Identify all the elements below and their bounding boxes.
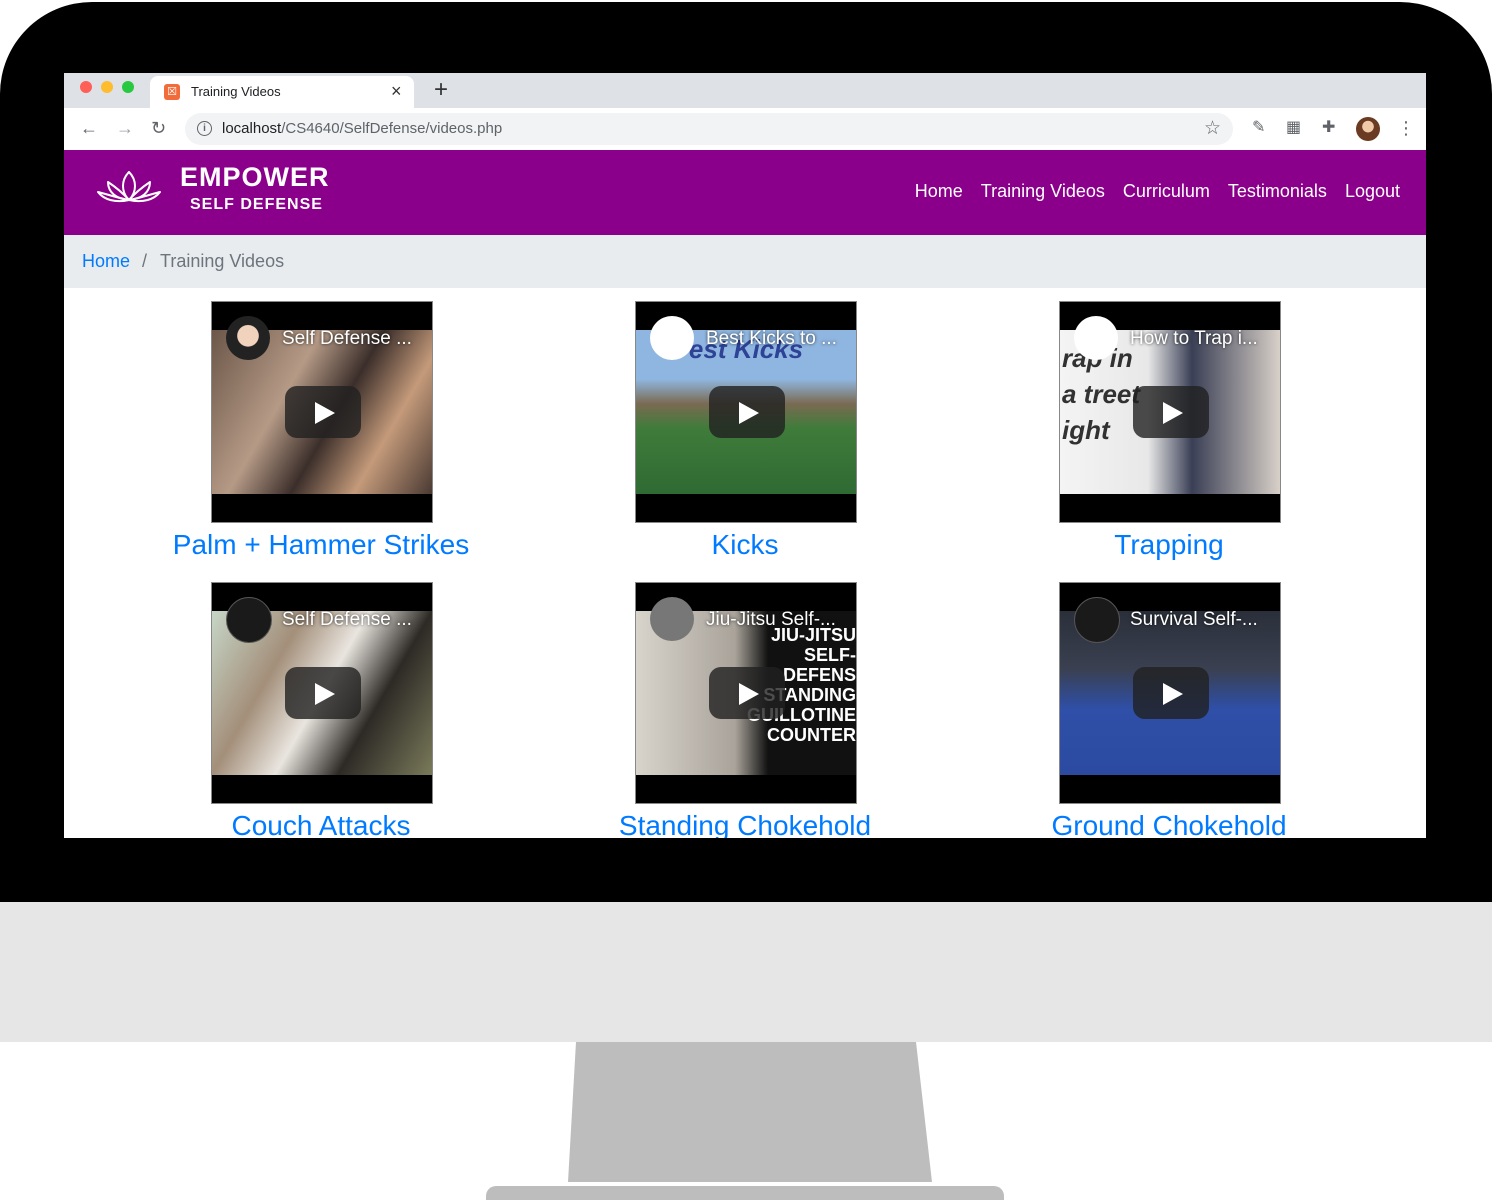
monitor-stand [568,1042,932,1182]
video-title[interactable]: Best Kicks to ... [706,328,837,350]
video-title[interactable]: Self Defense ... [282,328,412,350]
play-icon [1163,683,1183,705]
new-tab-button[interactable]: + [434,76,448,104]
video-card: JIU-JITSU SELF-DEFENS STANDING GUILLOTIN… [586,582,906,838]
breadcrumb-home-link[interactable]: Home [82,251,130,272]
info-icon[interactable]: i [197,121,212,136]
video-card: Self Defense ... Palm + Hammer Strikes [162,301,482,566]
play-icon [739,683,759,705]
breadcrumb-current: Training Videos [160,251,285,271]
pen-icon[interactable]: ✎ [1252,118,1265,138]
url-host: localhost [222,120,282,137]
video-embed[interactable]: Self Defense ... [211,301,433,523]
play-icon [1163,402,1183,424]
video-embed[interactable]: Survival Self-... [1059,582,1281,804]
forward-arrow-icon[interactable]: → [116,117,134,139]
video-embed[interactable]: est Kicks Best Kicks to ... [635,301,857,523]
play-button[interactable] [709,386,785,438]
browser-toolbar: ← → ↻ i localhost/CS4640/SelfDefense/vid… [64,108,1426,151]
play-button[interactable] [1133,667,1209,719]
play-icon [315,683,335,705]
tab-close-icon[interactable]: × [391,81,402,101]
browser-window: ☒ Training Videos × + ← → ↻ i localhost/… [64,73,1426,838]
breadcrumb-separator: / [142,251,148,271]
nav-home[interactable]: Home [915,181,963,202]
tab-title: Training Videos [191,84,281,99]
puzzle-icon[interactable]: ✚ [1322,118,1335,138]
video-caption-link[interactable]: Standing Chokehold [586,810,904,838]
nav-logout[interactable]: Logout [1345,181,1400,202]
play-icon [315,402,335,424]
video-caption-link[interactable]: Trapping [1010,529,1328,561]
breadcrumb: Home / Training Videos [64,235,1426,288]
address-bar[interactable]: i localhost/CS4640/SelfDefense/videos.ph… [185,113,1233,145]
channel-avatar[interactable] [650,597,694,641]
brand-name[interactable]: EMPOWER [180,162,330,193]
video-caption-link[interactable]: Palm + Hammer Strikes [162,529,480,561]
channel-avatar[interactable] [226,316,270,360]
play-icon [739,402,759,424]
window-minimize-button[interactable] [101,81,113,93]
play-button[interactable] [285,386,361,438]
video-card: rap in a treet ight How to Trap i... Tra… [1010,301,1330,566]
url-text[interactable]: localhost/CS4640/SelfDefense/videos.php [222,120,502,137]
site-header: EMPOWER SELF DEFENSE Home Training Video… [64,150,1426,235]
reload-icon[interactable]: ↻ [151,117,166,139]
browser-tab[interactable]: ☒ Training Videos × [150,76,414,108]
monitor-foot [486,1186,1004,1200]
video-caption-link[interactable]: Couch Attacks [162,810,480,838]
video-title[interactable]: Self Defense ... [282,609,412,631]
video-embed[interactable]: Self Defense ... [211,582,433,804]
profile-avatar[interactable] [1356,117,1380,141]
brand-tagline: SELF DEFENSE [190,196,323,213]
video-title[interactable]: Jiu-Jitsu Self-... [706,609,836,631]
channel-avatar[interactable] [1074,316,1118,360]
channel-avatar[interactable] [1074,597,1120,643]
video-title[interactable]: How to Trap i... [1130,328,1258,350]
video-embed[interactable]: rap in a treet ight How to Trap i... [1059,301,1281,523]
url-path: /CS4640/SelfDefense/videos.php [281,120,503,137]
tab-strip: ☒ Training Videos × + [64,73,1426,108]
window-close-button[interactable] [80,81,92,93]
more-menu-icon[interactable]: ⋮ [1397,118,1415,138]
monitor-chin [0,902,1492,1042]
video-card: Self Defense ... Couch Attacks [162,582,482,838]
video-caption-link[interactable]: Kicks [586,529,904,561]
back-arrow-icon[interactable]: ← [80,117,98,139]
play-button[interactable] [1133,386,1209,438]
video-card: Survival Self-... Ground Chokehold [1010,582,1330,838]
grid-icon[interactable]: ▦ [1286,118,1301,138]
bookmark-star-icon[interactable]: ☆ [1204,117,1221,140]
nav-curriculum[interactable]: Curriculum [1123,181,1210,202]
video-embed[interactable]: JIU-JITSU SELF-DEFENS STANDING GUILLOTIN… [635,582,857,804]
video-title[interactable]: Survival Self-... [1130,609,1258,631]
lotus-logo-icon[interactable] [94,168,164,208]
channel-avatar[interactable] [650,316,694,360]
xampp-favicon-icon: ☒ [164,84,180,100]
channel-avatar[interactable] [226,597,272,643]
nav-training-videos[interactable]: Training Videos [981,181,1105,202]
play-button[interactable] [285,667,361,719]
video-caption-link[interactable]: Ground Chokehold [1010,810,1328,838]
play-button[interactable] [709,667,785,719]
nav-testimonials[interactable]: Testimonials [1228,181,1327,202]
window-zoom-button[interactable] [122,81,134,93]
video-card: est Kicks Best Kicks to ... Kicks [586,301,906,566]
main-nav: Home Training Videos Curriculum Testimon… [915,181,1400,202]
